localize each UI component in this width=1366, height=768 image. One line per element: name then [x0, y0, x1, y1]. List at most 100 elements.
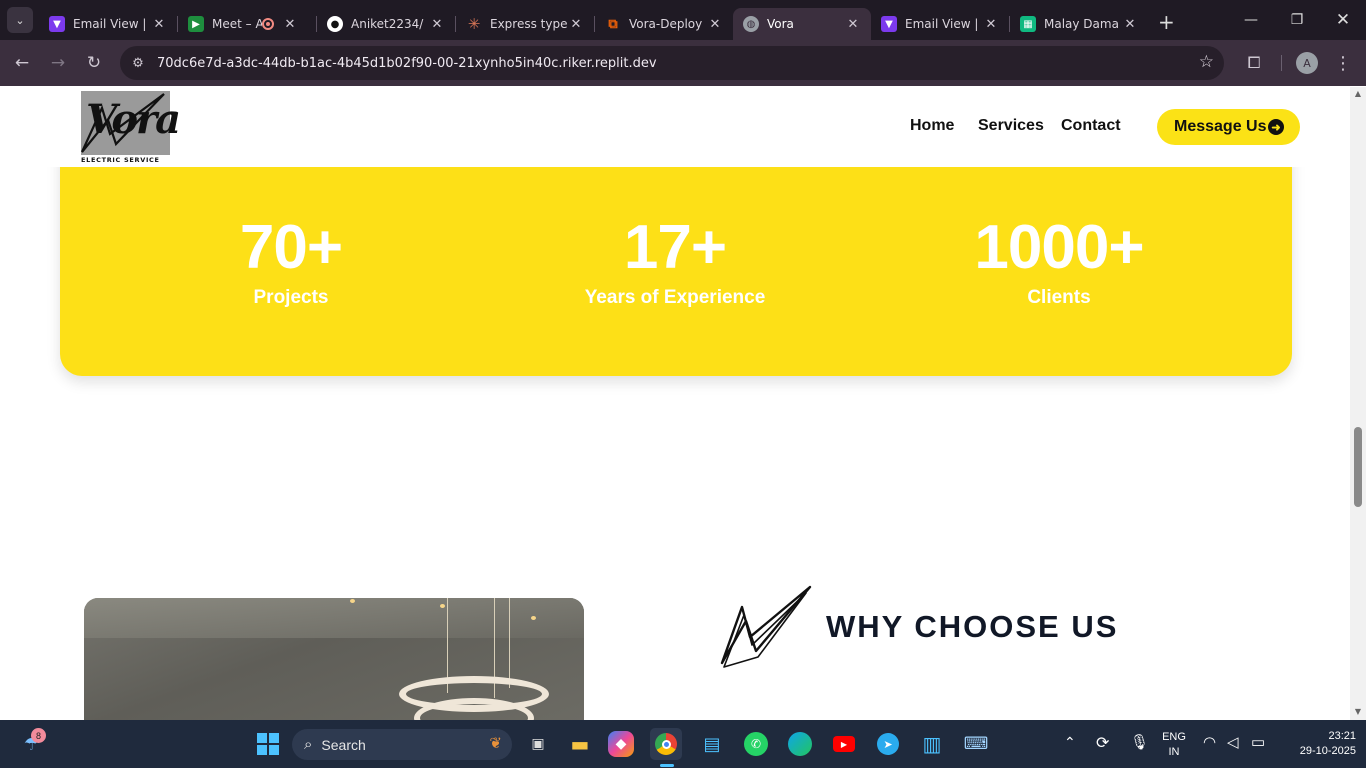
youtube-logo: ▶ [833, 736, 855, 752]
minimize-button[interactable]: — [1228, 0, 1274, 40]
notepad-icon[interactable]: ▥ [916, 728, 948, 760]
network-tool-icon[interactable]: ⌨ [960, 728, 992, 760]
message-us-button[interactable]: Message Us ➜ [1157, 109, 1300, 145]
language-indicator[interactable]: ENG IN [1156, 730, 1192, 760]
new-tab-button[interactable]: + [1158, 10, 1175, 34]
close-icon[interactable]: ✕ [983, 17, 999, 32]
close-icon[interactable]: ✕ [845, 17, 861, 32]
globe-icon: ◍ [743, 16, 759, 32]
scroll-thumb[interactable] [1354, 427, 1362, 507]
replit-icon: ⧉ [608, 16, 618, 32]
site-info-icon[interactable]: ⚙ [128, 56, 148, 71]
page-scrollbar[interactable]: ▲ ▼ [1350, 87, 1366, 720]
reload-button[interactable]: ↻ [76, 45, 112, 81]
volume-icon[interactable]: ◁ [1227, 733, 1239, 751]
wifi-icon[interactable]: ◠ [1203, 733, 1216, 751]
whatsapp-icon[interactable]: ✆ [740, 728, 772, 760]
taskbar-search-placeholder: Search [321, 736, 366, 753]
browser-toolbar: ← → ↻ ⚙ 70dc6e7d-a3dc-44db-b1ac-4b45d1b0… [0, 40, 1366, 86]
sync-icon[interactable]: ⟳ [1096, 733, 1109, 753]
close-icon[interactable]: ✕ [568, 17, 584, 32]
address-bar[interactable]: ⚙ 70dc6e7d-a3dc-44db-b1ac-4b45d1b02f90-0… [120, 46, 1224, 80]
vora-logo[interactable]: Vora ELECTRIC SERVICE [80, 90, 181, 164]
profile-avatar[interactable]: A [1296, 52, 1318, 74]
arrow-right-icon: ➜ [1268, 119, 1284, 135]
why-choose-us-title: WHY CHOOSE US [826, 609, 1119, 644]
window-close-button[interactable]: ✕ [1320, 0, 1366, 40]
nav-home[interactable]: Home [910, 117, 954, 135]
vite-icon: ▼ [49, 16, 65, 32]
stat-label: Clients [1027, 287, 1091, 308]
nav-contact[interactable]: Contact [1061, 117, 1121, 135]
close-icon[interactable]: ✕ [429, 17, 445, 32]
close-icon[interactable]: ✕ [707, 17, 723, 32]
url-text[interactable]: 70dc6e7d-a3dc-44db-b1ac-4b45d1b02f90-00-… [157, 56, 657, 71]
stat-value: 17+ [623, 213, 727, 282]
whatsapp-logo: ✆ [744, 732, 768, 756]
sheets-icon: ▦ [1020, 16, 1036, 32]
file-explorer-icon[interactable]: ▬ [564, 728, 596, 760]
scroll-up-arrow-icon[interactable]: ▲ [1353, 89, 1363, 98]
tab-meet[interactable]: ▶ Meet – A ✕ [178, 8, 316, 40]
google-meet-icon: ▶ [188, 16, 204, 32]
lightning-bolt-icon [720, 585, 812, 668]
restore-button[interactable]: ❐ [1274, 0, 1320, 40]
language-line-1: ENG [1162, 731, 1186, 743]
search-icon: ⌕ [304, 736, 313, 753]
nav-services[interactable]: Services [978, 117, 1044, 135]
show-hidden-icons[interactable]: ⌃ [1064, 734, 1076, 751]
copilot-icon[interactable]: ◆ [608, 731, 634, 757]
task-view-icon[interactable]: ▣ [522, 728, 554, 760]
photo-light-dot [350, 599, 355, 603]
edge-logo [788, 732, 812, 756]
search-highlight-icon: ❦ [489, 735, 502, 752]
tab-vora[interactable]: ◍ Vora ✕ [733, 8, 871, 40]
photo-light-dot [440, 604, 445, 608]
chrome-active-indicator [660, 764, 674, 767]
close-icon[interactable]: ✕ [151, 17, 167, 32]
battery-icon[interactable]: ▭ [1251, 733, 1265, 751]
vite-icon: ▼ [881, 16, 897, 32]
telegram-icon[interactable]: ➤ [872, 728, 904, 760]
stat-label: Projects [253, 287, 329, 308]
chrome-logo [655, 733, 677, 755]
tab-express[interactable]: ✳ Express type ✕ [456, 8, 594, 40]
close-icon[interactable]: ✕ [1122, 17, 1138, 32]
stat-clients: 1000+ Clients [909, 217, 1209, 309]
taskbar-search-box[interactable]: ⌕ Search ❦ [292, 729, 512, 760]
telegram-logo: ➤ [877, 733, 899, 755]
back-button[interactable]: ← [4, 45, 40, 81]
microphone-icon[interactable]: 🎙 [1130, 733, 1149, 751]
edge-icon[interactable] [784, 728, 816, 760]
stats-band: 70+ Projects 17+ Years of Experience 100… [60, 147, 1292, 376]
claude-icon: ✳ [467, 15, 481, 33]
youtube-icon[interactable]: ▶ [828, 728, 860, 760]
tab-github[interactable]: ● Aniket2234/ ✕ [317, 8, 455, 40]
stat-value: 70+ [239, 213, 343, 282]
windows-logo [257, 733, 279, 755]
microsoft-store-icon[interactable]: ▤ [696, 728, 728, 760]
photo-wire [509, 598, 510, 688]
tab-email-view-2[interactable]: ▼ Email View | ✕ [871, 8, 1009, 40]
site-header: Vora ELECTRIC SERVICE Home Services Cont… [0, 87, 1350, 167]
tab-email-view-1[interactable]: ▼ Email View | ✕ [39, 8, 177, 40]
weather-badge: 8 [31, 728, 46, 743]
tab-malay[interactable]: ▦ Malay Dama ✕ [1010, 8, 1148, 40]
clock-time: 23:21 [1328, 730, 1356, 742]
extensions-icon[interactable]: ⧠ [1238, 45, 1270, 81]
windows-start-icon[interactable] [252, 728, 284, 760]
clock[interactable]: 23:21 29-10-2025 [1276, 729, 1356, 759]
github-icon: ● [327, 16, 343, 32]
recording-icon [262, 18, 274, 30]
tab-vora-deploy[interactable]: ⧉ Vora-Deploy ✕ [595, 8, 733, 40]
close-icon[interactable]: ✕ [282, 17, 298, 32]
bookmark-star-icon[interactable]: ☆ [1199, 52, 1214, 72]
tab-search-button[interactable]: ⌄ [7, 7, 33, 33]
browser-menu-icon[interactable]: ⋮ [1334, 45, 1352, 81]
scroll-down-arrow-icon[interactable]: ▼ [1353, 707, 1363, 716]
browser-tab-strip: ⌄ ▼ Email View | ✕ ▶ Meet – A ✕ ● Aniket… [0, 0, 1366, 40]
logo-subtitle: ELECTRIC SERVICE [81, 156, 160, 164]
forward-button[interactable]: → [40, 45, 76, 81]
message-us-label: Message Us [1174, 118, 1267, 135]
chrome-icon[interactable] [650, 728, 682, 760]
